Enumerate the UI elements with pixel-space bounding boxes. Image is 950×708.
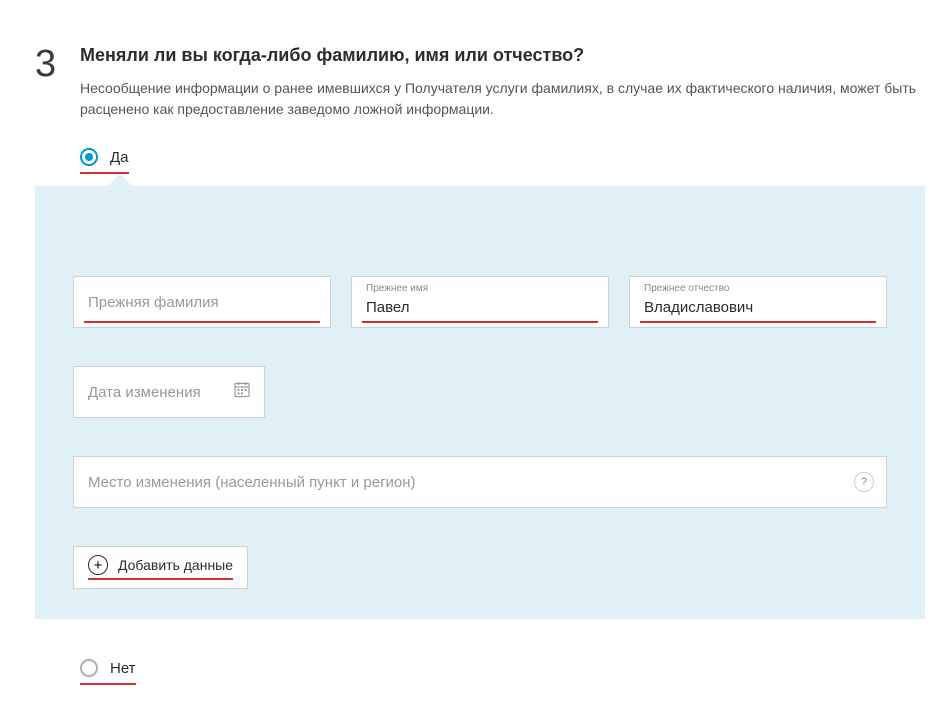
plus-icon: + <box>88 555 108 575</box>
panel-pointer <box>108 174 132 186</box>
prev-name-label: Прежнее имя <box>366 283 428 294</box>
prev-name-field[interactable]: Прежнее имя Павел <box>351 276 609 328</box>
change-date-field[interactable]: Дата изменения <box>73 366 265 418</box>
step-content: Меняли ли вы когда-либо фамилию, имя или… <box>80 45 920 685</box>
prev-surname-field[interactable]: Прежняя фамилия <box>73 276 331 328</box>
place-row: Место изменения (населенный пункт и реги… <box>73 456 887 508</box>
radio-group: Да <box>80 148 920 174</box>
expanded-panel-wrapper: Прежняя фамилия Прежнее имя Павел Прежне… <box>80 186 920 619</box>
help-icon[interactable]: ? <box>854 472 874 492</box>
date-row: Дата изменения <box>73 366 887 418</box>
radio-option-no[interactable]: Нет <box>80 659 136 683</box>
name-fields-row: Прежняя фамилия Прежнее имя Павел Прежне… <box>73 276 887 328</box>
underline-indicator <box>362 321 598 323</box>
question-title: Меняли ли вы когда-либо фамилию, имя или… <box>80 45 920 66</box>
radio-option-yes[interactable]: Да <box>80 148 129 172</box>
question-description: Несообщение информации о ранее имевшихся… <box>80 78 920 120</box>
add-button-label: Добавить данные <box>118 557 233 573</box>
add-button-row: + Добавить данные <box>73 546 887 589</box>
form-step-container: 3 Меняли ли вы когда-либо фамилию, имя и… <box>0 0 950 685</box>
radio-label-yes: Да <box>110 149 129 166</box>
change-place-placeholder: Место изменения (населенный пункт и реги… <box>88 474 872 491</box>
radio-circle-icon <box>80 148 98 166</box>
prev-patronymic-label: Прежнее отчество <box>644 283 729 294</box>
prev-patronymic-field[interactable]: Прежнее отчество Владиславович <box>629 276 887 328</box>
radio-circle-icon <box>80 659 98 677</box>
change-date-placeholder: Дата изменения <box>88 384 250 401</box>
calendar-icon <box>234 382 250 403</box>
change-place-field[interactable]: Место изменения (населенный пункт и реги… <box>73 456 887 508</box>
radio-label-no: Нет <box>110 660 136 677</box>
radio-no-wrapper: Нет <box>80 659 920 685</box>
underline-indicator <box>640 321 876 323</box>
underline-indicator <box>84 321 320 323</box>
add-data-button[interactable]: + Добавить данные <box>73 546 248 589</box>
expanded-panel: Прежняя фамилия Прежнее имя Павел Прежне… <box>35 186 925 619</box>
prev-surname-placeholder: Прежняя фамилия <box>88 294 316 311</box>
